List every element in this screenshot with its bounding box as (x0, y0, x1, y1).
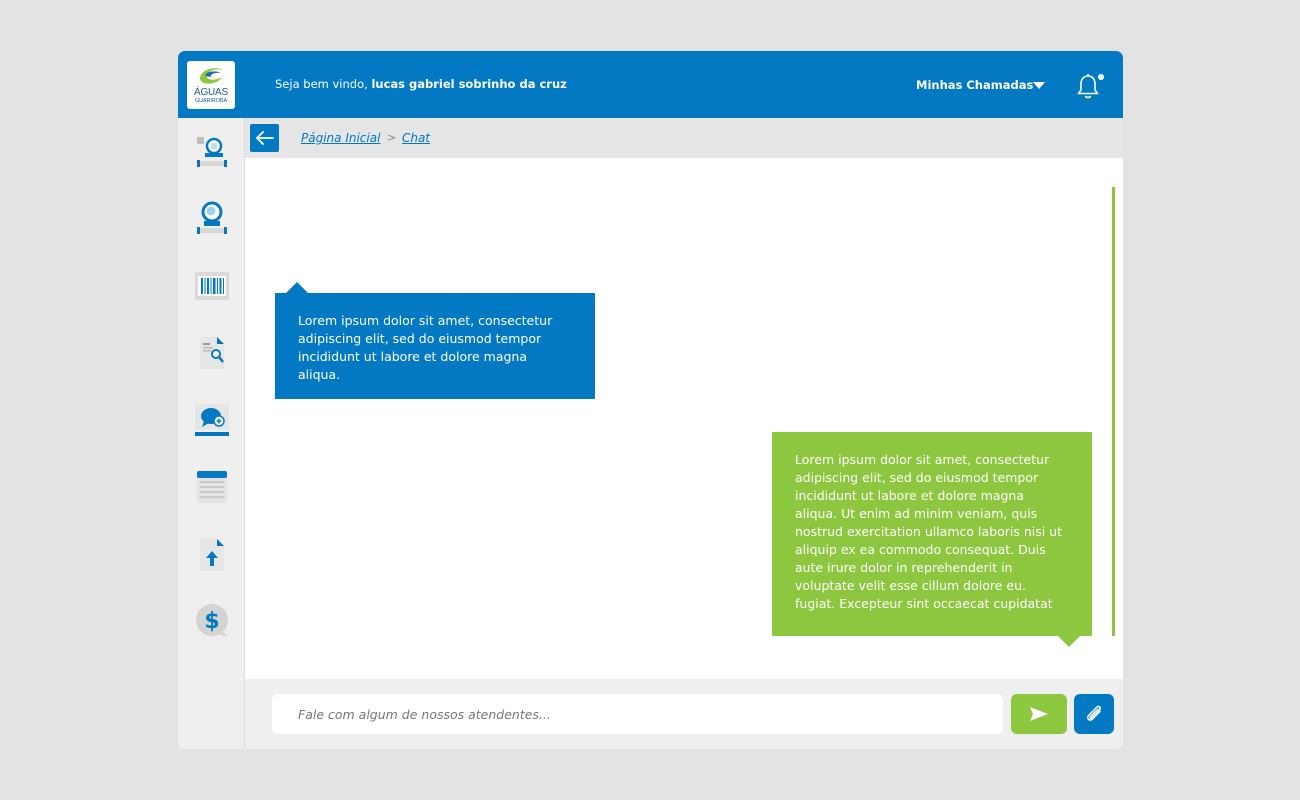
breadcrumb: Página Inicial > Chat (245, 118, 1123, 158)
message-composer (245, 679, 1123, 749)
message-tail (286, 282, 308, 293)
sidebar: $ (178, 118, 245, 749)
sidebar-item-barcode[interactable] (194, 268, 230, 304)
header-bar: ÁGUAS GUARIROBA Seja bem vindo, lucas ga… (178, 51, 1123, 118)
logo-text: ÁGUAS (193, 87, 228, 98)
message-tail (1058, 636, 1080, 647)
brand-logo[interactable]: ÁGUAS GUARIROBA (187, 61, 235, 109)
breadcrumb-separator: > (387, 131, 397, 144)
sidebar-item-document-search[interactable] (194, 335, 230, 371)
attach-button[interactable] (1074, 694, 1114, 734)
documents-stack-icon (197, 471, 227, 503)
send-button[interactable] (1011, 694, 1067, 734)
chat-panel: Lorem ipsum dolor sit amet, consectetur … (245, 158, 1123, 679)
my-calls-menu[interactable]: Minhas Chamadas (916, 78, 1033, 92)
breadcrumb-home[interactable]: Página Inicial (301, 131, 380, 145)
logo-subtext: GUARIROBA (194, 98, 228, 104)
barcode-icon (195, 272, 229, 300)
sidebar-item-chat[interactable] (194, 402, 230, 438)
logo-mark-icon (200, 68, 223, 84)
sidebar-item-upload[interactable] (194, 537, 230, 573)
bell-icon[interactable] (1076, 73, 1100, 105)
water-meter-alt-icon (197, 201, 227, 234)
sidebar-item-water-meter-2[interactable] (194, 200, 230, 236)
notification-dot (1098, 74, 1104, 80)
paperclip-icon (1086, 705, 1101, 721)
welcome-prefix: Seja bem vindo, (275, 77, 368, 91)
sidebar-item-documents[interactable] (194, 469, 230, 505)
dollar-icon: $ (196, 604, 228, 637)
sidebar-item-water-meter[interactable] (194, 133, 230, 169)
user-name: lucas gabriel sobrinho da cruz (371, 77, 567, 91)
back-button[interactable] (250, 124, 279, 152)
arrow-left-icon (255, 131, 274, 145)
welcome-message: Seja bem vindo, lucas gabriel sobrinho d… (275, 77, 567, 91)
send-icon (1030, 707, 1048, 721)
water-meter-icon (197, 137, 227, 167)
sidebar-item-payments[interactable]: $ (194, 603, 230, 639)
document-upload-icon (200, 539, 224, 571)
message-user: Lorem ipsum dolor sit amet, consectetur … (772, 432, 1092, 636)
chevron-down-icon[interactable] (1033, 82, 1045, 89)
message-input[interactable] (272, 694, 1003, 734)
document-search-icon (200, 337, 224, 369)
svg-text:$: $ (204, 609, 219, 634)
chat-scrollbar[interactable] (1112, 187, 1115, 636)
breadcrumb-chat[interactable]: Chat (402, 131, 430, 145)
message-agent: Lorem ipsum dolor sit amet, consectetur … (275, 293, 595, 399)
chat-add-icon (195, 404, 229, 436)
app-window: ÁGUAS GUARIROBA Seja bem vindo, lucas ga… (178, 51, 1123, 749)
